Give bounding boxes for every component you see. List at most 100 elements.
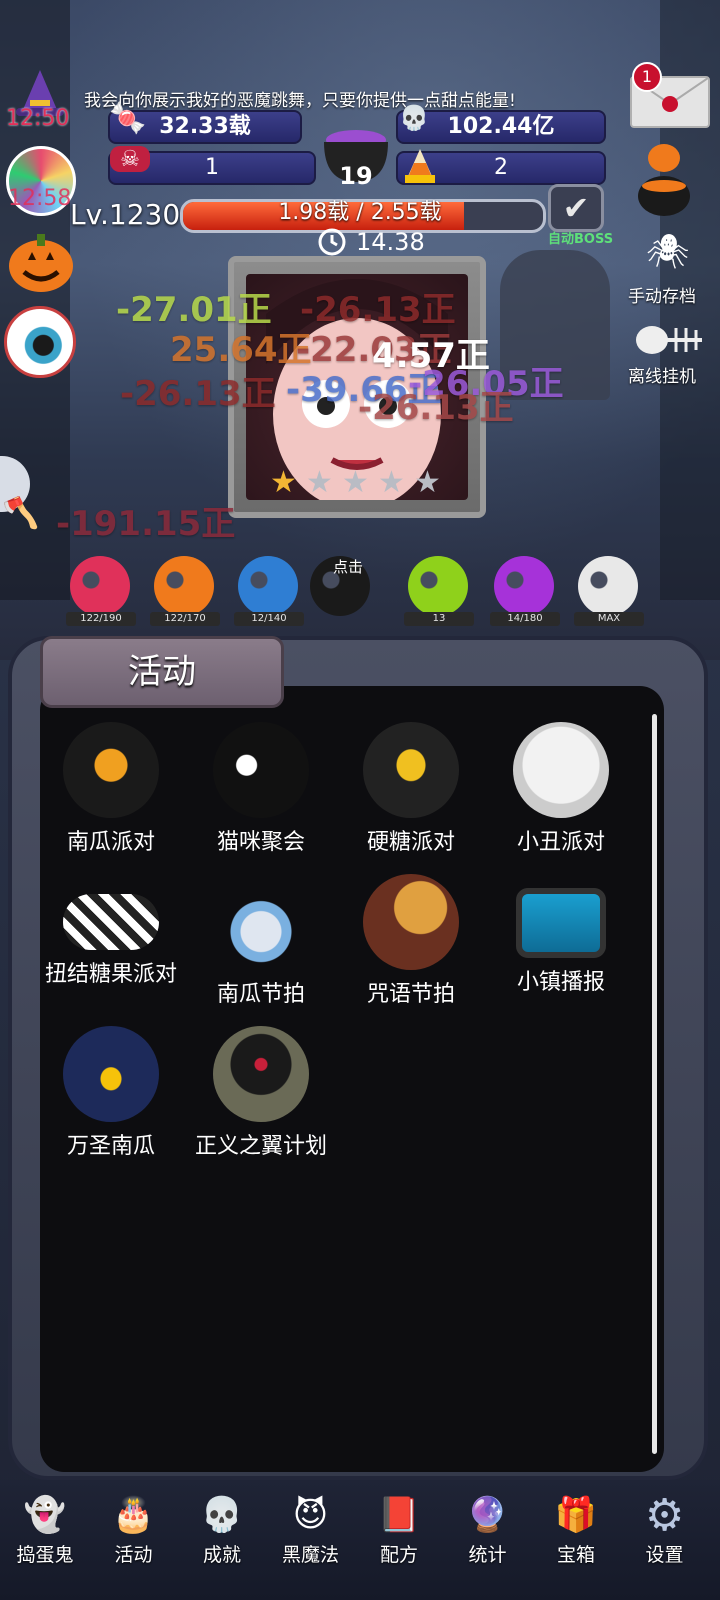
skull-tower[interactable]: 14/180 bbox=[490, 546, 562, 628]
gift-box-icon: 🎁 bbox=[554, 1495, 598, 1535]
star-icon: ★ bbox=[342, 465, 369, 500]
fish-skeleton-icon[interactable] bbox=[632, 320, 708, 360]
activity-item[interactable]: 南瓜派对 bbox=[36, 722, 186, 856]
damage-number: -191.15正 bbox=[56, 504, 236, 544]
activity-item[interactable]: 硬糖派对 bbox=[336, 722, 486, 856]
manual-save-button[interactable]: 手动存档 bbox=[628, 282, 696, 307]
activity-label: 南瓜派对 bbox=[66, 830, 155, 855]
axe-icon: 🪓 bbox=[2, 496, 40, 531]
activity-item[interactable]: 小镇播报 bbox=[486, 874, 636, 996]
activity-label: 正义之翼计划 bbox=[194, 1134, 327, 1159]
hard-candy-icon bbox=[363, 722, 459, 818]
activity-item[interactable]: 猫咪聚会 bbox=[186, 722, 336, 856]
countdown: 14.38 bbox=[356, 228, 425, 256]
spellbook-icon: 📕 bbox=[377, 1495, 421, 1535]
mail-badge: 1 bbox=[632, 62, 662, 92]
nav-label: 宝箱 bbox=[556, 1544, 595, 1566]
activity-label: 咒语节拍 bbox=[366, 982, 455, 1007]
bat-lantern-icon bbox=[213, 1026, 309, 1122]
skull-bow-icon: ☠ bbox=[110, 146, 150, 172]
skull-tower[interactable]: 122/170 bbox=[150, 546, 222, 628]
nav-label: 成就 bbox=[202, 1544, 241, 1566]
star-icon: ★ bbox=[306, 465, 333, 500]
twisted-candy-icon bbox=[63, 894, 159, 950]
activity-item[interactable]: 咒语节拍 bbox=[336, 874, 486, 1008]
nav-label: 配方 bbox=[379, 1544, 418, 1566]
damage-number: -26.13正 bbox=[120, 374, 276, 414]
panel-title: 活动 bbox=[40, 636, 284, 708]
nav-label: 活动 bbox=[114, 1544, 153, 1566]
nav-item[interactable]: 🎁 宝箱 bbox=[533, 1486, 619, 1567]
nav-item[interactable]: ⚙ 设置 bbox=[622, 1486, 708, 1567]
activity-item[interactable]: 南瓜节拍 bbox=[186, 874, 336, 1008]
nav-label: 黑魔法 bbox=[281, 1544, 339, 1566]
candy-bag-icon: 🍬 bbox=[109, 100, 147, 136]
offline-idle-button[interactable]: 离线挂机 bbox=[628, 362, 696, 387]
skull-ball-icon bbox=[494, 556, 554, 616]
skull-tower-label: 122/190 bbox=[66, 612, 136, 626]
cake-icon: 🎂 bbox=[112, 1495, 155, 1535]
activity-label: 扭结糖果派对 bbox=[44, 962, 177, 987]
skull-tower-label: 14/180 bbox=[490, 612, 560, 626]
skull-ball-icon bbox=[238, 556, 298, 616]
level-label: Lv.1230 bbox=[70, 198, 181, 231]
eyeball-icon[interactable] bbox=[4, 306, 76, 378]
skull-ball-icon bbox=[70, 556, 130, 616]
nav-item[interactable]: 🎂 活动 bbox=[91, 1486, 177, 1567]
skull-tower-label: 122/170 bbox=[150, 612, 220, 626]
activity-label: 硬糖派对 bbox=[366, 830, 455, 855]
activity-label: 小镇播报 bbox=[516, 970, 605, 995]
activity-item[interactable]: 万圣南瓜 bbox=[36, 1026, 186, 1160]
star-icon: ★ bbox=[414, 465, 441, 500]
skull-tower-label: 13 bbox=[404, 612, 474, 626]
star-icon: ★ bbox=[270, 465, 297, 500]
skull-tower-label: MAX bbox=[574, 612, 644, 626]
nav-item[interactable]: 😈 黑魔法 bbox=[268, 1486, 354, 1567]
black-cat-icon bbox=[213, 722, 309, 818]
devil-icon: 😈 bbox=[292, 1495, 329, 1535]
gramophone-icon bbox=[363, 874, 459, 970]
nav-item[interactable]: 📕 配方 bbox=[356, 1486, 442, 1567]
timer-left-1: 12:50 bbox=[6, 106, 70, 131]
pumpkin-icon[interactable] bbox=[6, 226, 76, 296]
activity-item[interactable]: 正义之翼计划 bbox=[186, 1026, 336, 1160]
timer-left-2: 12:58 bbox=[8, 186, 72, 211]
auto-boss-label: 自动BOSS bbox=[548, 232, 614, 247]
skull-lollipop-icon bbox=[513, 722, 609, 818]
panel-scrollbar[interactable] bbox=[652, 714, 657, 1454]
star-icon: ★ bbox=[378, 465, 405, 500]
skull-tower-label: 12/140 bbox=[234, 612, 304, 626]
skull-tower[interactable]: MAX bbox=[574, 546, 646, 628]
nav-item[interactable]: 💀 成就 bbox=[179, 1486, 265, 1567]
checkbox-icon: ✔ bbox=[548, 184, 604, 232]
skull-tower[interactable]: 122/190 bbox=[66, 546, 138, 628]
clock-icon bbox=[318, 228, 346, 256]
auto-boss-button[interactable]: ✔ 自动BOSS bbox=[548, 184, 614, 247]
skull-potion-icon: 💀 bbox=[399, 104, 429, 132]
skull-tower[interactable]: 点击 bbox=[306, 546, 378, 628]
nav-item[interactable]: 👻 捣蛋鬼 bbox=[2, 1486, 88, 1567]
skull-ball-icon bbox=[578, 556, 638, 616]
skull-tower[interactable]: 13 bbox=[404, 546, 476, 628]
speech-text: 我会向你展示我好的恶魔跳舞，只要你提供一点甜点能量! bbox=[84, 91, 516, 111]
activity-label: 万圣南瓜 bbox=[66, 1134, 155, 1159]
skull-tower[interactable]: 12/140 bbox=[234, 546, 306, 628]
activity-label: 南瓜节拍 bbox=[216, 982, 305, 1007]
skull-ball-icon bbox=[408, 556, 468, 616]
nav-label: 设置 bbox=[645, 1544, 684, 1566]
pumpkin-cauldron-icon[interactable] bbox=[634, 140, 694, 220]
nav-label: 统计 bbox=[468, 1544, 507, 1566]
tv-icon bbox=[516, 888, 606, 958]
pumpkin-lollipop-icon bbox=[63, 722, 159, 818]
nav-item[interactable]: 🔮 统计 bbox=[445, 1486, 531, 1567]
activity-item[interactable]: 小丑派对 bbox=[486, 722, 636, 856]
level-progress-text: 1.98载 / 2.55载 bbox=[278, 200, 442, 225]
candy-corn-icon bbox=[400, 146, 440, 186]
skull-tower-label: 点击 bbox=[332, 558, 363, 576]
activity-label: 小丑派对 bbox=[516, 830, 605, 855]
skull-trophy-icon: 💀 bbox=[200, 1495, 244, 1535]
gear-icon: ⚙ bbox=[644, 1489, 685, 1541]
headphones-icon bbox=[213, 874, 309, 970]
activity-item[interactable]: 扭结糖果派对 bbox=[36, 874, 186, 988]
ghost-icon: 👻 bbox=[23, 1495, 67, 1535]
